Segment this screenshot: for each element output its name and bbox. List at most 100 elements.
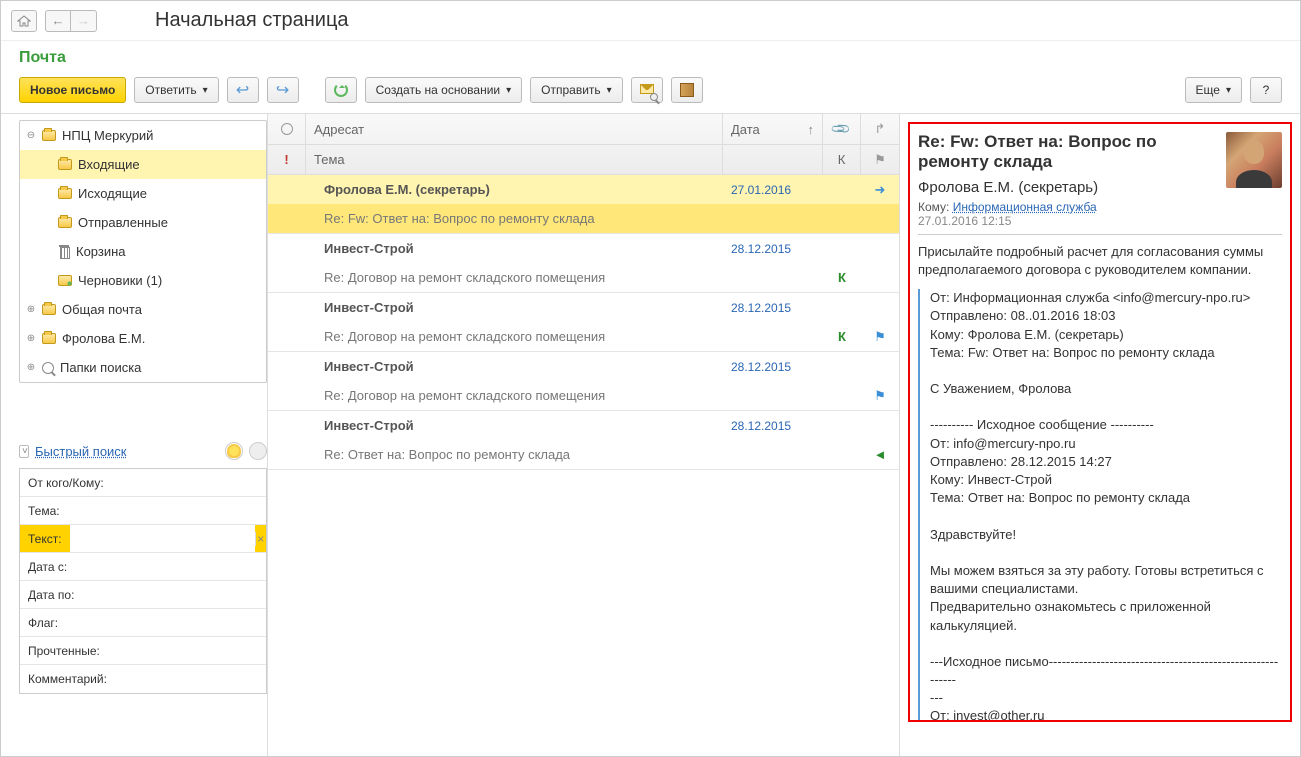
mail-date[interactable]: 28.12.2015 [731, 301, 791, 315]
qs-clear-button[interactable] [249, 442, 267, 460]
tree-frolova[interactable]: ⊕ Фролова Е.М. [20, 324, 266, 353]
qs-text-clear[interactable]: × [255, 532, 266, 546]
qs-hint-button[interactable] [225, 442, 243, 460]
address-book-button[interactable] [671, 77, 703, 103]
sidebar: ⊖ НПЦ Меркурий Входящие Исходящие [1, 114, 268, 756]
expand-icon[interactable]: ⊕ [26, 362, 36, 373]
reply-button[interactable]: Ответить▾ [134, 77, 218, 103]
mail-list-body: Фролова Е.М. (секретарь)27.01.2016➜Re: F… [268, 175, 899, 756]
tree-outbox[interactable]: Исходящие [20, 179, 266, 208]
mail-subject: Re: Договор на ремонт складского помещен… [306, 270, 723, 285]
forward-button[interactable]: ↪ [267, 77, 299, 103]
mail-subject: Re: Договор на ремонт складского помещен… [306, 388, 723, 403]
mail-subject: Re: Договор на ремонт складского помещен… [306, 329, 723, 344]
tree-shared[interactable]: ⊕ Общая почта [20, 295, 266, 324]
preview-to-link[interactable]: Информационная служба [953, 200, 1097, 214]
mail-item[interactable]: Инвест-Строй28.12.2015Re: Договор на рем… [268, 352, 899, 411]
qs-text-input[interactable] [70, 525, 255, 552]
book-icon [680, 83, 694, 97]
mail-item[interactable]: Инвест-Строй 28.12.2015 Re: Договор на рем… [268, 234, 899, 293]
help-icon: ? [1263, 83, 1270, 97]
more-button[interactable]: Еще▾ [1185, 77, 1242, 103]
tree-root[interactable]: ⊖ НПЦ Меркурий [20, 121, 266, 150]
send-button[interactable]: Отправить▾ [530, 77, 623, 103]
folder-tree: ⊖ НПЦ Меркурий Входящие Исходящие [19, 120, 267, 383]
col-attachment[interactable]: 📎 [823, 114, 861, 144]
qs-date-to[interactable]: Дата по: [20, 581, 266, 609]
mail-item[interactable]: Инвест-Строй28.12.2015Re: Ответ на: Вопр… [268, 411, 899, 470]
preview-to: Кому: Информационная служба [918, 200, 1282, 214]
toolbar-search-button[interactable] [631, 77, 663, 103]
sort-asc-icon: ↑ [808, 122, 815, 137]
preview-body: Присылайте подробный расчет для согласов… [918, 243, 1282, 722]
mail-k: К [823, 329, 861, 344]
flag-icon: ⚑ [874, 152, 886, 168]
tree-inbox[interactable]: Входящие [20, 150, 266, 179]
qs-comment[interactable]: Комментарий: [20, 665, 266, 693]
tree-trash[interactable]: Корзина [20, 237, 266, 266]
mail-item[interactable]: Фролова Е.М. (секретарь)27.01.2016➜Re: F… [268, 175, 899, 234]
tree-label: Фролова Е.М. [62, 331, 145, 346]
tree-label: Входящие [78, 157, 140, 172]
expand-icon[interactable]: ⊕ [26, 333, 36, 344]
create-from-button[interactable]: Создать на основании▾ [365, 77, 523, 103]
titlebar: ← → Начальная страница [1, 1, 1300, 41]
mail-item[interactable]: Инвест-Строй28.12.2015Re: Договор на рем… [268, 293, 899, 352]
new-mail-button[interactable]: Новое письмо [19, 77, 126, 103]
trash-icon [58, 245, 70, 258]
mail-date[interactable]: 28.12.2015 [731, 242, 791, 256]
col-flag[interactable]: ↱ [861, 114, 899, 144]
forward-button[interactable]: → [71, 10, 97, 32]
refresh-button[interactable] [325, 77, 357, 103]
folder-icon [42, 130, 56, 141]
qs-collapse[interactable]: ˅ [19, 445, 29, 458]
tree-search-folders[interactable]: ⊕ Папки поиска [20, 353, 266, 382]
tree-drafts[interactable]: Черновики (1) [20, 266, 266, 295]
back-button[interactable]: ← [45, 10, 71, 32]
tree-label: НПЦ Меркурий [62, 128, 153, 143]
home-button[interactable] [11, 10, 37, 32]
reply-arrow-icon: ◄ [874, 447, 887, 462]
flag-header-icon: ↱ [875, 121, 886, 137]
col-flag2[interactable]: ⚑ [861, 145, 899, 174]
page-title: Начальная страница [155, 9, 349, 32]
qs-read[interactable]: Прочтенные: [20, 637, 266, 665]
col-addressee[interactable]: Адресат [306, 114, 723, 144]
attachment-icon: 📎 [830, 118, 853, 141]
qs-flag[interactable]: Флаг: [20, 609, 266, 637]
mail-k: К [823, 270, 861, 285]
mail-from: Фролова Е.М. (секретарь) [306, 182, 723, 197]
reply-all-button[interactable]: ↩ [227, 77, 259, 103]
preview-pane: Re: Fw: Ответ на: Вопрос по ремонту скла… [900, 114, 1300, 756]
tree-label: Папки поиска [60, 360, 141, 375]
mail-date[interactable]: 27.01.2016 [731, 183, 791, 197]
col-k[interactable]: К [823, 145, 861, 174]
help-button[interactable]: ? [1250, 77, 1282, 103]
col-date[interactable]: Дата↑ [723, 114, 823, 144]
qs-date-from[interactable]: Дата с: [20, 553, 266, 581]
mail-from: Инвест-Строй [306, 241, 723, 256]
qs-text: Текст: × [20, 525, 266, 553]
content: ⊖ НПЦ Меркурий Входящие Исходящие [1, 114, 1300, 756]
folder-icon [58, 217, 72, 228]
app-window: ← → Начальная страница Почта Новое письм… [0, 0, 1301, 757]
search-icon [42, 362, 54, 374]
collapse-icon[interactable]: ⊖ [26, 130, 36, 141]
arrow-left-icon: ← [52, 13, 65, 28]
qs-from-to[interactable]: От кого/Кому: [20, 469, 266, 497]
tree-label: Черновики (1) [78, 273, 162, 288]
mail-date[interactable]: 28.12.2015 [731, 360, 791, 374]
mail-subject: Re: Ответ на: Вопрос по ремонту склада [306, 447, 723, 462]
folder-icon [42, 333, 56, 344]
qs-subject[interactable]: Тема: [20, 497, 266, 525]
col-read-indicator[interactable] [268, 114, 306, 144]
mail-date[interactable]: 28.12.2015 [731, 419, 791, 433]
tree-sent[interactable]: Отправленные [20, 208, 266, 237]
col-subject[interactable]: Тема [306, 145, 723, 174]
home-icon [17, 15, 31, 27]
expand-icon[interactable]: ⊕ [26, 304, 36, 315]
col-priority[interactable]: ! [268, 145, 306, 174]
refresh-icon [334, 83, 348, 97]
qs-title-link[interactable]: Быстрый поиск [35, 444, 127, 459]
preview-datetime: 27.01.2016 12:15 [918, 214, 1282, 228]
